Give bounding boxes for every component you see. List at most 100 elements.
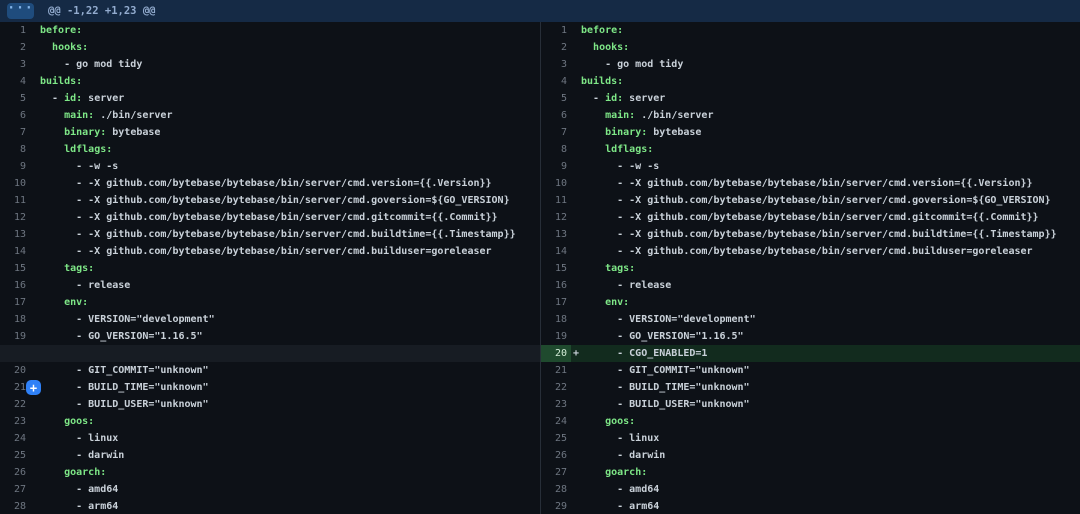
line-number[interactable]: 26 [0,464,30,481]
line-number[interactable]: 1 [0,22,30,39]
line-number[interactable]: 24 [541,413,571,430]
line-number[interactable]: 10 [541,175,571,192]
diff-line-row: 26 - darwin [541,447,1080,464]
line-number[interactable]: 17 [541,294,571,311]
line-number[interactable]: 27 [0,481,30,498]
line-number[interactable]: 18 [0,311,30,328]
line-number[interactable]: 28 [541,481,571,498]
yaml-key-token: ldflags: [605,144,653,155]
diff-marker [30,498,40,514]
line-number[interactable]: 7 [0,124,30,141]
code-text-token: bytebase [647,127,701,138]
line-number[interactable]: 5 [541,90,571,107]
code-line: - VERSION="development" [581,311,1080,328]
line-number[interactable]: 12 [541,209,571,226]
line-number[interactable]: 24 [0,430,30,447]
line-number[interactable]: 22 [541,379,571,396]
code-line: - amd64 [40,481,540,498]
line-number[interactable]: 20 [541,345,571,362]
diff-line-row: 14 - -X github.com/bytebase/bytebase/bin… [0,243,540,260]
line-number[interactable]: 11 [541,192,571,209]
line-number[interactable]: 6 [0,107,30,124]
diff-line-row: 14 - -X github.com/bytebase/bytebase/bin… [541,243,1080,260]
line-number[interactable]: 19 [541,328,571,345]
line-number[interactable]: 4 [541,73,571,90]
line-number[interactable]: 1 [541,22,571,39]
code-line: ldflags: [581,141,1080,158]
line-number[interactable]: 15 [541,260,571,277]
line-number[interactable]: 10 [0,175,30,192]
line-number[interactable]: 23 [541,396,571,413]
diff-line-row: 27 goarch: [541,464,1080,481]
line-number[interactable]: 9 [541,158,571,175]
diff-marker [571,464,581,481]
line-number[interactable]: 7 [541,124,571,141]
line-number[interactable]: 2 [0,39,30,56]
diff-line-row [0,345,540,362]
line-number[interactable]: 22 [0,396,30,413]
diff-marker [571,39,581,56]
line-number[interactable]: 11 [0,192,30,209]
diff-line-row: 21 - BUILD_TIME="unknown"+ [0,379,540,396]
line-number[interactable]: 21 [541,362,571,379]
code-text-token: - go mod tidy [40,59,142,70]
code-text-token [40,110,64,121]
expand-hunk-button[interactable]: ··· [7,3,34,19]
line-number[interactable]: 2 [541,39,571,56]
diff-marker [30,277,40,294]
line-number[interactable]: 13 [0,226,30,243]
code-line: binary: bytebase [581,124,1080,141]
line-number[interactable]: 13 [541,226,571,243]
diff-marker [30,90,40,107]
line-number[interactable]: 16 [541,277,571,294]
line-number[interactable]: 25 [0,447,30,464]
line-number[interactable]: 29 [541,498,571,514]
diff-marker [30,158,40,175]
diff-line-row: 22 - BUILD_TIME="unknown" [541,379,1080,396]
code-text-token: - -w -s [40,161,118,172]
code-line: - VERSION="development" [40,311,540,328]
code-text-token: - linux [581,433,659,444]
line-number[interactable]: 15 [0,260,30,277]
line-number[interactable]: 6 [541,107,571,124]
code-text-token: - -X github.com/bytebase/bytebase/bin/se… [581,212,1039,223]
line-number[interactable]: 19 [0,328,30,345]
diff-line-row: 25 - darwin [0,447,540,464]
code-line: - GIT_COMMIT="unknown" [581,362,1080,379]
line-number[interactable]: 23 [0,413,30,430]
line-number[interactable]: 20 [0,362,30,379]
line-number[interactable]: 8 [0,141,30,158]
line-number[interactable]: 18 [541,311,571,328]
code-line: - GIT_COMMIT="unknown" [40,362,540,379]
code-line: - release [40,277,540,294]
diff-marker [571,447,581,464]
code-text-token: - GIT_COMMIT="unknown" [40,365,209,376]
diff-marker [30,39,40,56]
diff-marker [30,124,40,141]
line-number[interactable]: 26 [541,447,571,464]
line-number[interactable]: 27 [541,464,571,481]
line-number[interactable]: 8 [541,141,571,158]
line-number[interactable]: 14 [0,243,30,260]
line-number[interactable]: 17 [0,294,30,311]
diff-line-row: 8 ldflags: [0,141,540,158]
line-number[interactable]: 28 [0,498,30,514]
line-number[interactable]: 5 [0,90,30,107]
line-number[interactable]: 16 [0,277,30,294]
diff-marker [30,107,40,124]
diff-marker [30,243,40,260]
line-number[interactable]: 3 [541,56,571,73]
line-number[interactable]: 9 [0,158,30,175]
line-number[interactable]: 25 [541,430,571,447]
line-number[interactable]: 12 [0,209,30,226]
line-number[interactable]: 3 [0,56,30,73]
line-number[interactable]: 4 [0,73,30,90]
code-line: ldflags: [40,141,540,158]
line-number[interactable]: 14 [541,243,571,260]
code-line: tags: [40,260,540,277]
code-line: - darwin [40,447,540,464]
diff-marker [30,345,40,362]
code-line: - -X github.com/bytebase/bytebase/bin/se… [40,192,540,209]
code-line: tags: [581,260,1080,277]
add-comment-button[interactable]: + [26,380,41,395]
